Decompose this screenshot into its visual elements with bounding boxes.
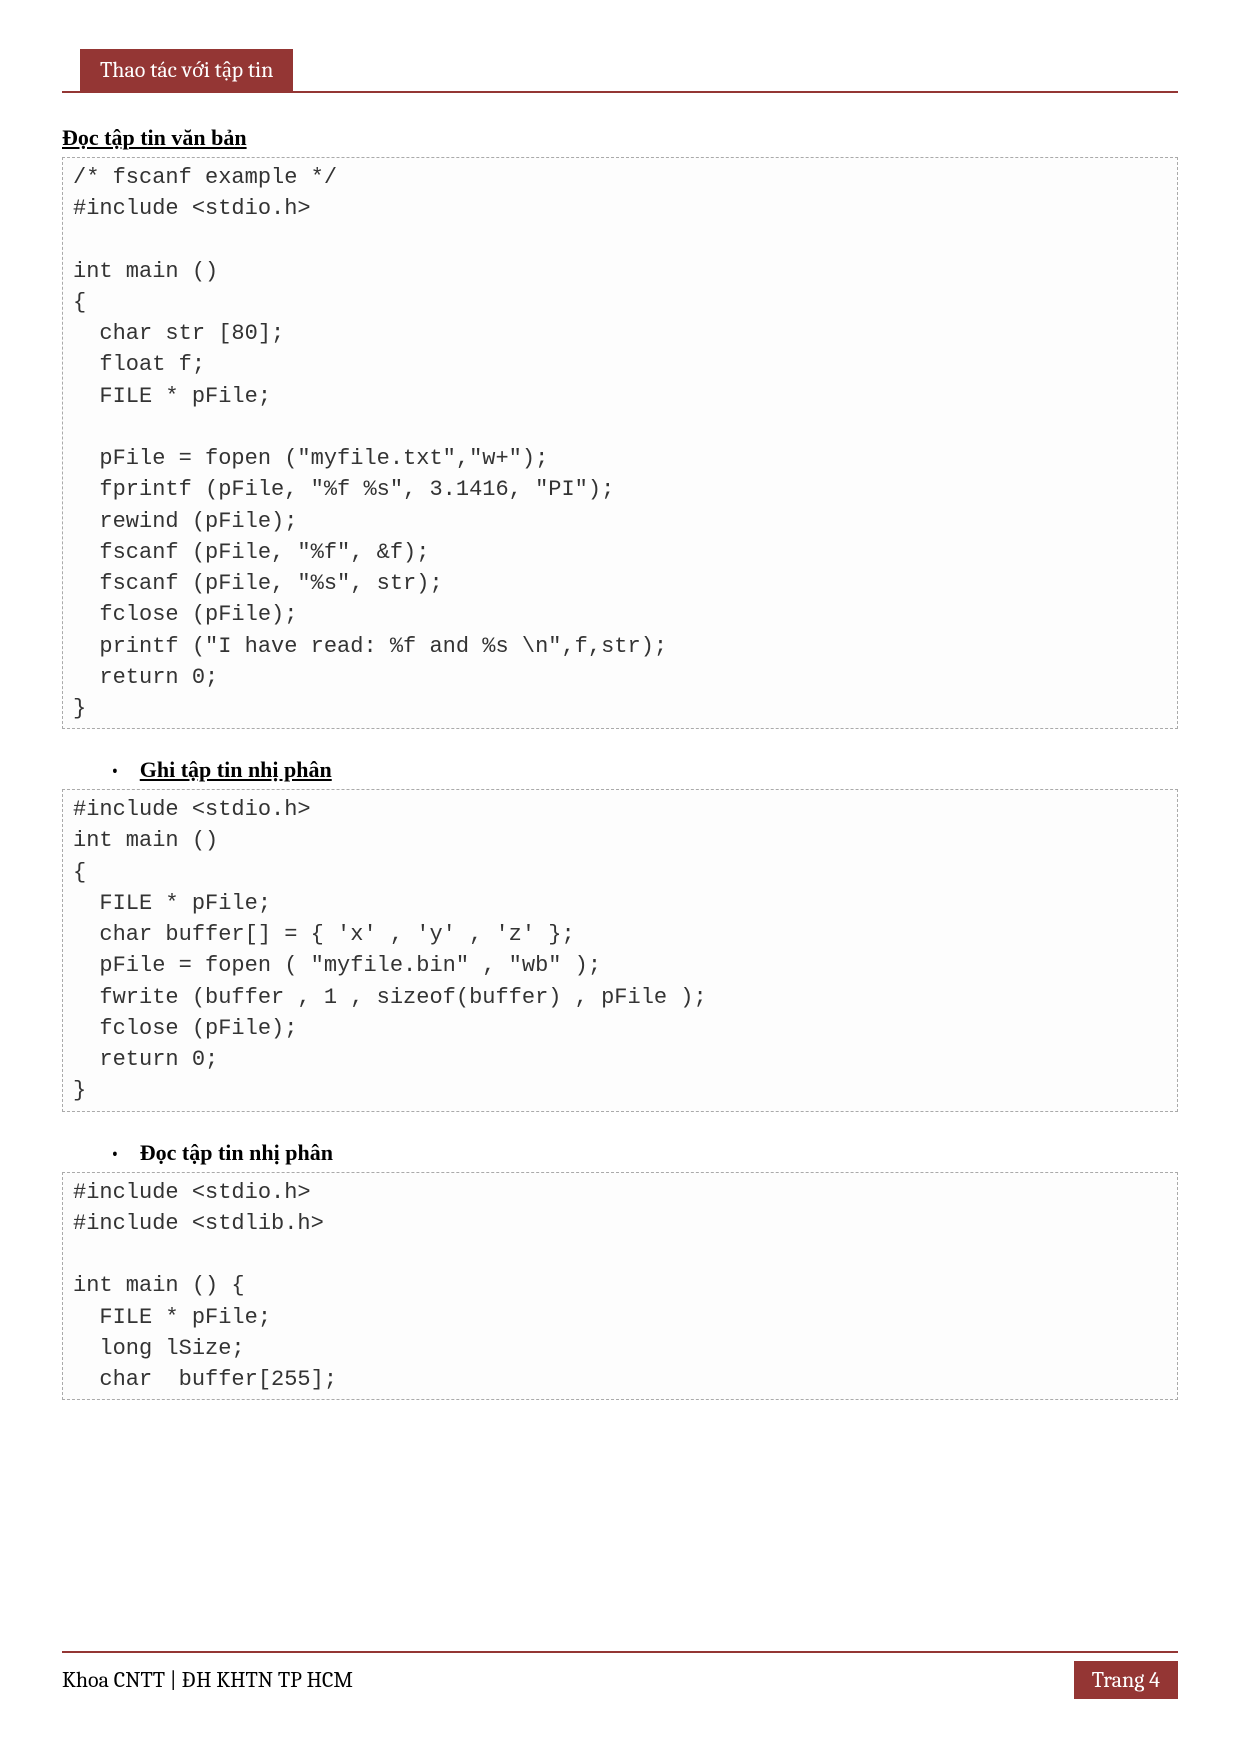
header: Thao tác với tập tin: [62, 49, 1178, 93]
section-title-read-text: Đọc tập tin văn bản: [62, 125, 1178, 151]
code-block-1: /* fscanf example */ #include <stdio.h> …: [62, 157, 1178, 729]
bullet-row-read-binary: • Đọc tập tin nhị phân: [110, 1140, 1178, 1166]
code-block-2: #include <stdio.h> int main () { FILE * …: [62, 789, 1178, 1111]
footer-divider: [62, 1651, 1178, 1653]
header-title: Thao tác với tập tin: [80, 49, 293, 91]
bullet-row-write-binary: • Ghi tập tin nhị phân: [110, 757, 1178, 783]
footer-row: Khoa CNTT | ĐH KHTN TP HCM Trang 4: [62, 1661, 1178, 1699]
footer: Khoa CNTT | ĐH KHTN TP HCM Trang 4: [62, 1651, 1178, 1699]
footer-left-text: Khoa CNTT | ĐH KHTN TP HCM: [62, 1667, 353, 1693]
bullet-icon: •: [110, 757, 120, 783]
bullet-icon: •: [110, 1140, 120, 1166]
content: Đọc tập tin văn bản /* fscanf example */…: [62, 125, 1178, 1400]
footer-page-number: Trang 4: [1074, 1661, 1178, 1699]
code-block-3: #include <stdio.h> #include <stdlib.h> i…: [62, 1172, 1178, 1401]
section-title-write-binary: Ghi tập tin nhị phân: [140, 757, 332, 783]
section-title-read-binary: Đọc tập tin nhị phân: [140, 1140, 333, 1166]
header-divider: [62, 91, 1178, 93]
